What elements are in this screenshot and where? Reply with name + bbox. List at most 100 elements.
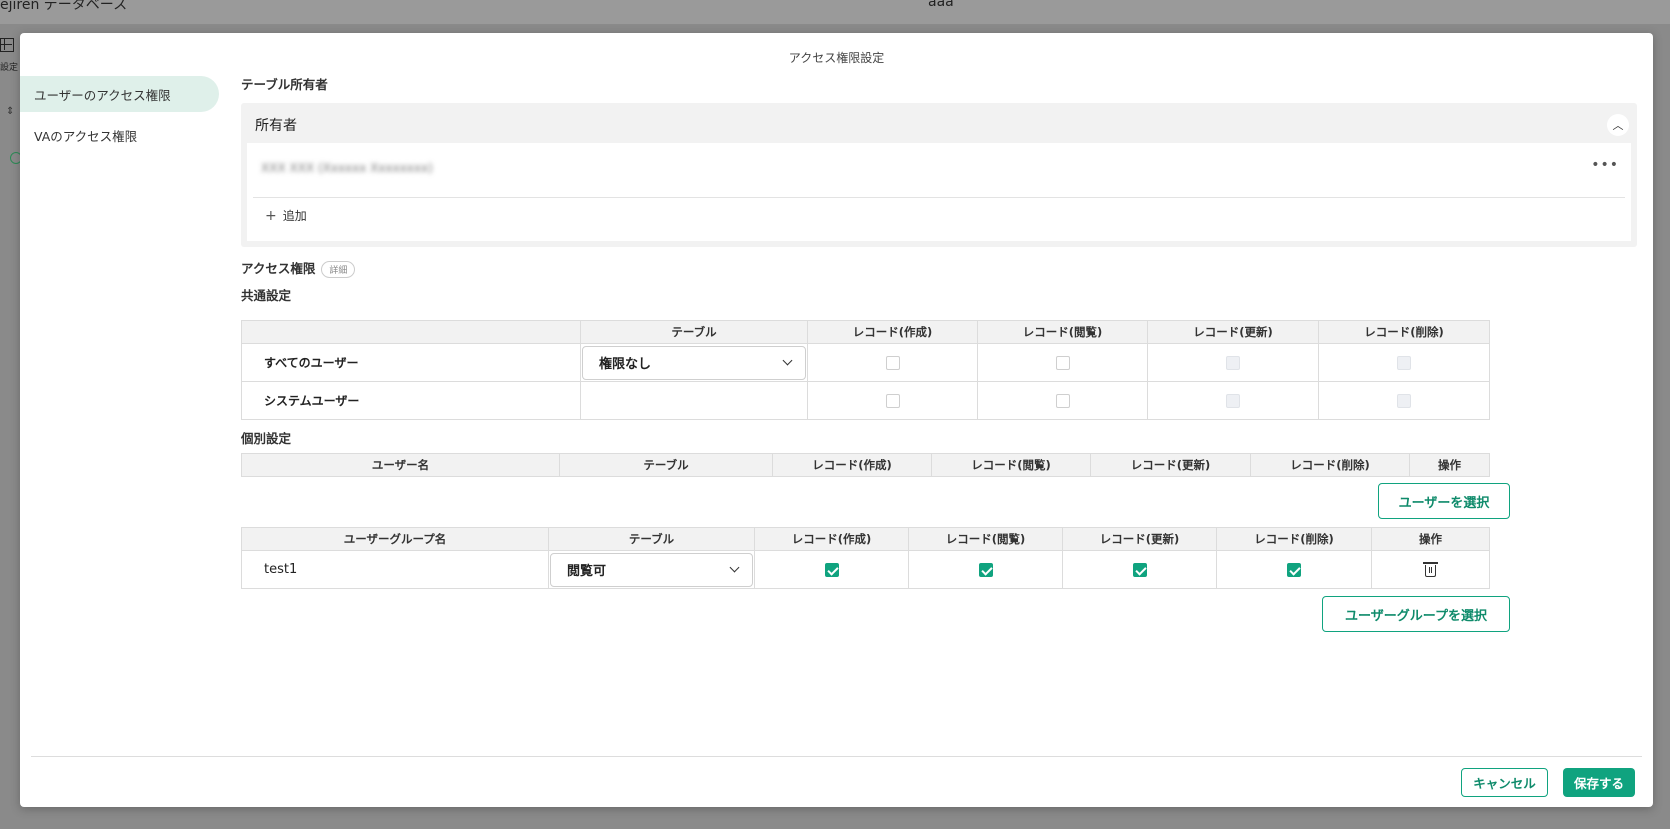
select-user-group-button[interactable]: ユーザーグループを選択	[1322, 596, 1510, 632]
column-header: レコード(作成)	[754, 527, 909, 551]
background-app-title: ejiren データベース	[0, 0, 128, 13]
column-header: テーブル	[559, 453, 773, 477]
group-name: test1	[241, 550, 549, 589]
update-checkbox	[1226, 355, 1240, 370]
user-permissions-table: ユーザー名 テーブル レコード(作成) レコード(閲覧) レコード(更新) レコ…	[241, 453, 1490, 477]
column-header: ユーザー名	[241, 453, 560, 477]
update-checkbox[interactable]	[1132, 562, 1147, 577]
modal-title: アクセス権限設定	[788, 51, 885, 65]
background-app-header	[0, 0, 1670, 24]
row-name: すべてのユーザー	[241, 343, 581, 382]
table-owner-heading: テーブル所有者	[241, 77, 328, 92]
table-row: すべてのユーザー 権限なし	[241, 343, 1490, 382]
table-permission-select[interactable]: 権限なし	[582, 345, 806, 380]
chevron-down-icon	[782, 355, 793, 366]
column-header: レコード(閲覧)	[908, 527, 1063, 551]
plus-icon: +	[265, 207, 277, 224]
table-header-row: テーブル レコード(作成) レコード(閲覧) レコード(更新) レコード(削除)	[241, 320, 1490, 344]
access-permission-heading: アクセス権限 詳細	[241, 258, 356, 278]
view-checkbox[interactable]	[978, 562, 993, 577]
column-header: レコード(削除)	[1250, 453, 1410, 477]
table-header-row: ユーザーグループ名 テーブル レコード(作成) レコード(閲覧) レコード(更新…	[241, 527, 1490, 551]
delete-checkbox	[1397, 355, 1411, 370]
column-header: レコード(削除)	[1318, 320, 1490, 344]
collapse-button[interactable]: ︿	[1607, 114, 1629, 136]
select-user-button[interactable]: ユーザーを選択	[1378, 483, 1510, 519]
view-cell	[977, 381, 1148, 420]
create-checkbox[interactable]	[885, 393, 900, 408]
table-row: システムユーザー	[241, 381, 1490, 420]
select-value: 権限なし	[599, 357, 652, 372]
individual-settings-heading: 個別設定	[241, 431, 292, 446]
sidebar-item-user-access[interactable]: ユーザーのアクセス権限	[20, 76, 219, 112]
column-header: レコード(更新)	[1062, 527, 1217, 551]
create-cell	[807, 343, 978, 382]
owner-name: XXX XXX (Xxxxxx Xxxxxxxx)	[261, 161, 433, 175]
table-permission-cell: 閲覧可	[548, 550, 755, 589]
detail-badge[interactable]: 詳細	[321, 261, 356, 278]
sort-icon: ⇕	[6, 106, 15, 117]
divider	[253, 197, 1625, 198]
delete-checkbox	[1397, 393, 1411, 408]
owner-list: XXX XXX (Xxxxxx Xxxxxxxx) ••• + 追加	[247, 143, 1631, 241]
create-cell	[754, 550, 909, 589]
column-header: レコード(閲覧)	[977, 320, 1148, 344]
table-permission-cell	[580, 381, 808, 420]
create-checkbox[interactable]	[885, 355, 900, 370]
background-setting-label: 設定	[0, 63, 19, 73]
column-header: レコード(閲覧)	[931, 453, 1091, 477]
operation-cell	[1371, 550, 1490, 589]
view-cell	[908, 550, 1063, 589]
access-settings-modal: アクセス権限設定 ユーザーのアクセス権限 VAのアクセス権限 テーブル所有者 所…	[20, 33, 1653, 807]
column-header: 操作	[1409, 453, 1490, 477]
table-permission-select[interactable]: 閲覧可	[550, 552, 753, 587]
column-header: レコード(更新)	[1147, 320, 1319, 344]
column-header: テーブル	[580, 320, 808, 344]
common-settings-heading: 共通設定	[241, 288, 292, 303]
owner-panel-title: 所有者	[255, 118, 297, 134]
add-owner-label: 追加	[282, 209, 307, 223]
update-cell	[1147, 343, 1319, 382]
trash-icon[interactable]	[1423, 562, 1438, 577]
view-checkbox[interactable]	[1055, 355, 1070, 370]
common-settings-table: テーブル レコード(作成) レコード(閲覧) レコード(更新) レコード(削除)…	[241, 320, 1490, 420]
select-value: 閲覧可	[567, 564, 607, 579]
column-header: レコード(作成)	[807, 320, 978, 344]
column-header: レコード(作成)	[772, 453, 932, 477]
sidebar-item-va-access[interactable]: VAのアクセス権限	[20, 117, 219, 153]
group-permissions-table: ユーザーグループ名 テーブル レコード(作成) レコード(閲覧) レコード(更新…	[241, 527, 1490, 589]
footer-divider	[31, 756, 1642, 757]
table-header-row: ユーザー名 テーブル レコード(作成) レコード(閲覧) レコード(更新) レコ…	[241, 453, 1490, 477]
delete-checkbox[interactable]	[1287, 562, 1301, 577]
delete-cell	[1216, 550, 1372, 589]
update-cell	[1062, 550, 1217, 589]
create-checkbox[interactable]	[824, 562, 839, 577]
table-grid-icon	[0, 38, 14, 52]
update-cell	[1147, 381, 1319, 420]
cancel-button[interactable]: キャンセル	[1461, 768, 1548, 797]
owner-panel: 所有者 ︿ XXX XXX (Xxxxxx Xxxxxxxx) ••• + 追加	[241, 103, 1637, 247]
delete-cell	[1318, 381, 1490, 420]
chevron-down-icon	[729, 562, 740, 573]
column-header: ユーザーグループ名	[241, 527, 549, 551]
view-cell	[977, 343, 1148, 382]
row-name: システムユーザー	[241, 381, 581, 420]
save-button[interactable]: 保存する	[1563, 768, 1635, 797]
column-header: 操作	[1371, 527, 1490, 551]
table-permission-cell: 権限なし	[580, 343, 808, 382]
column-header: テーブル	[548, 527, 755, 551]
column-header	[241, 320, 581, 344]
update-checkbox	[1226, 393, 1240, 408]
chevron-up-icon: ︿	[1612, 119, 1624, 132]
more-options-icon[interactable]: •••	[1591, 157, 1619, 173]
sidebar-item-label: ユーザーのアクセス権限	[34, 87, 171, 103]
delete-cell	[1318, 343, 1490, 382]
view-checkbox[interactable]	[1055, 393, 1070, 408]
create-cell	[807, 381, 978, 420]
add-owner-button[interactable]: + 追加	[265, 207, 307, 224]
sidebar-item-label: VAのアクセス権限	[34, 128, 138, 144]
table-row: test1 閲覧可	[241, 550, 1490, 589]
column-header: レコード(削除)	[1216, 527, 1372, 551]
column-header: レコード(更新)	[1090, 453, 1251, 477]
access-permission-label: アクセス権限	[241, 261, 316, 276]
